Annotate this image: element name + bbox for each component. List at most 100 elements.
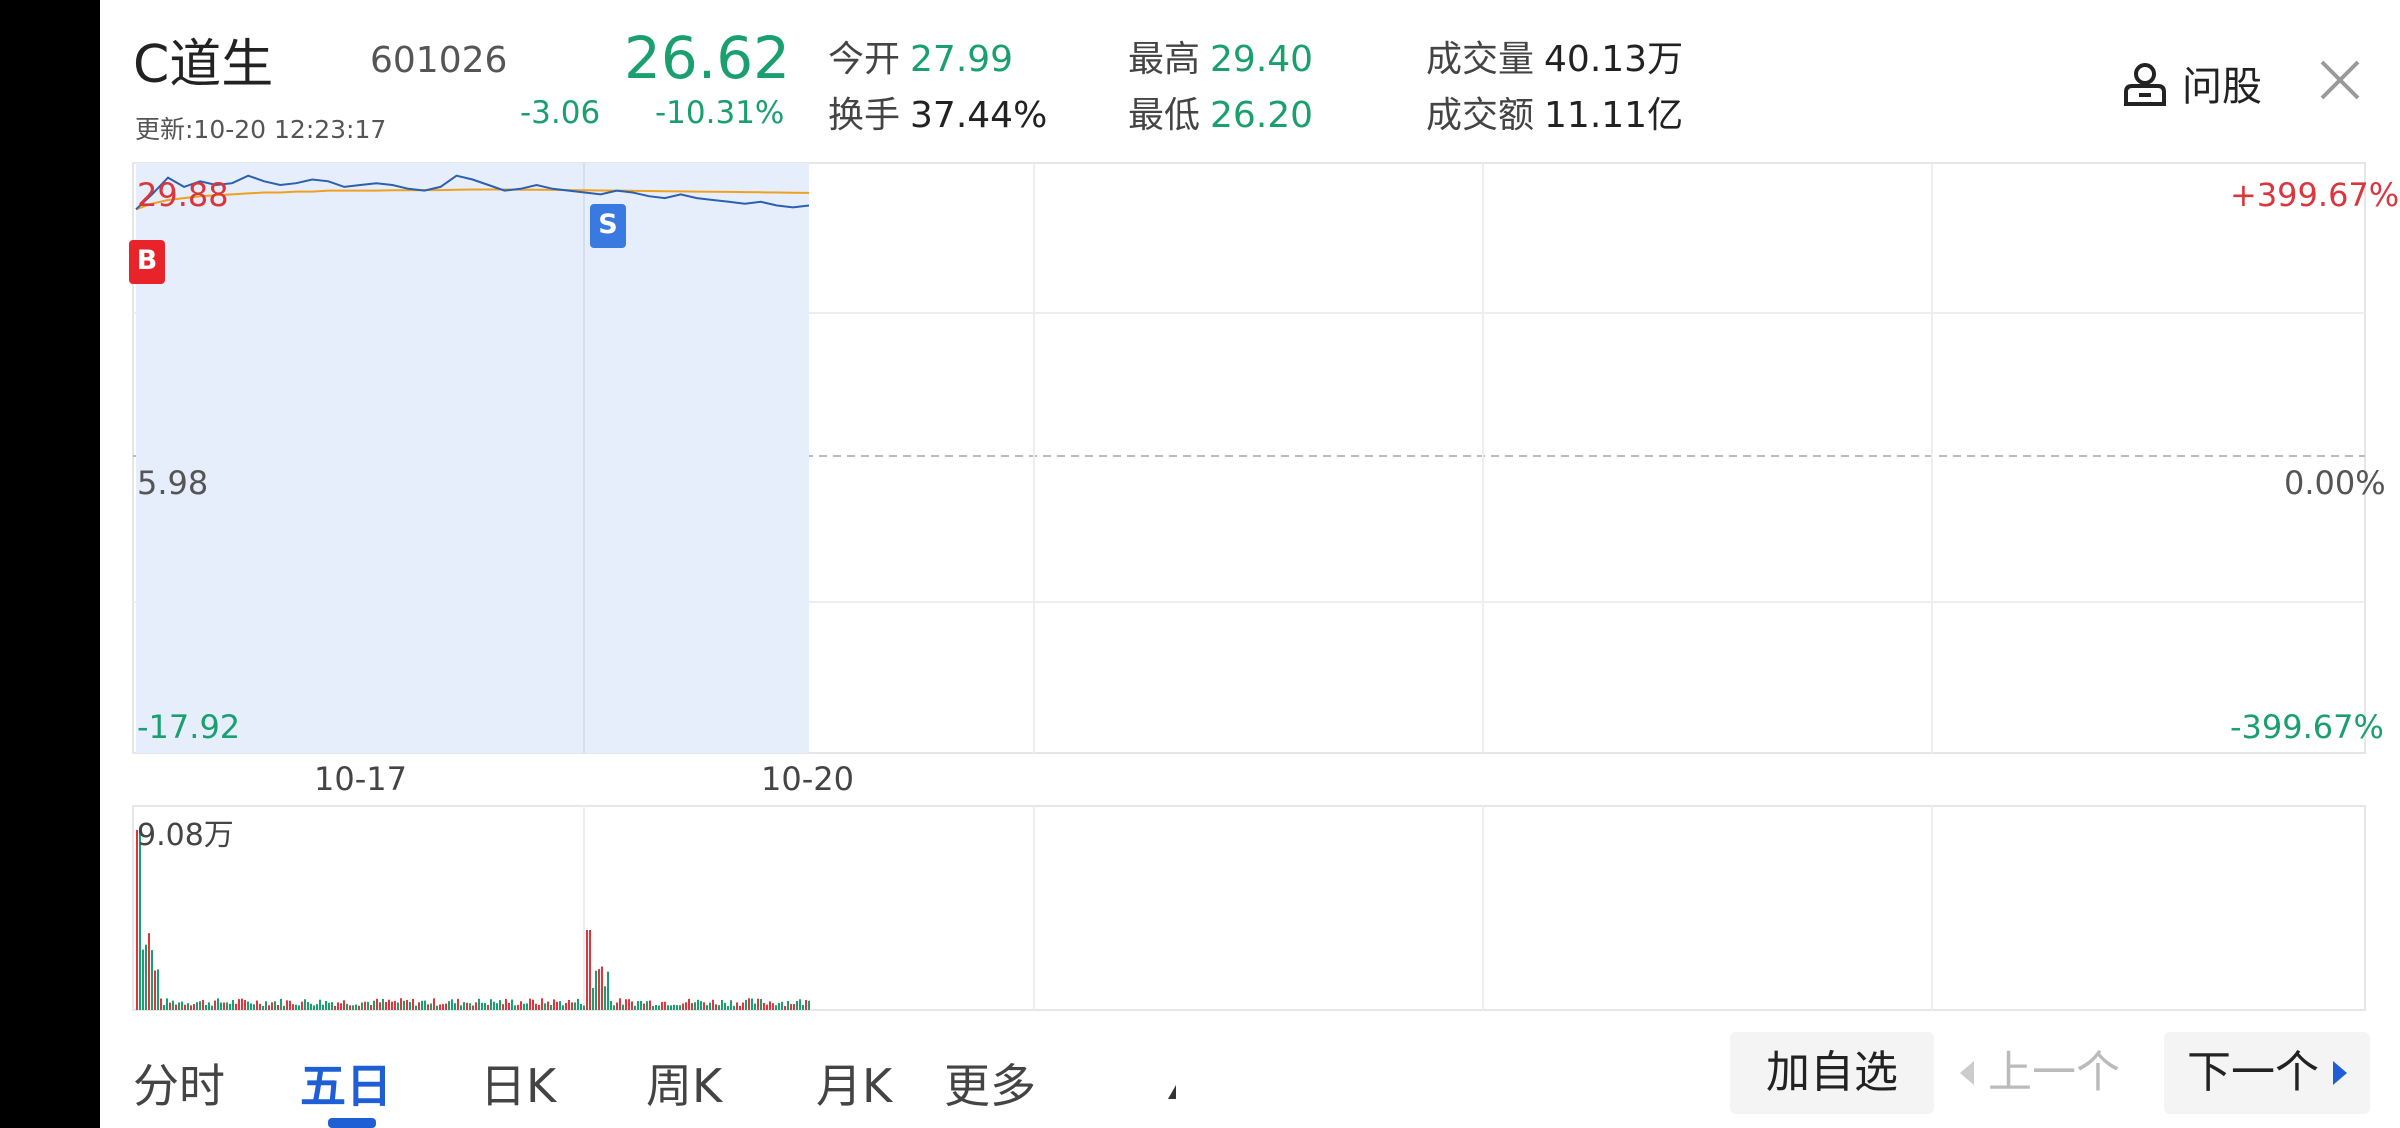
volume-bar: [241, 998, 243, 1010]
volume-bar: [430, 1003, 432, 1010]
volume-bar: [628, 999, 630, 1010]
volume-bar: [157, 969, 159, 1010]
volume-bar: [784, 1005, 786, 1010]
stat-amount-label: 成交额: [1426, 95, 1535, 136]
volume-bar: [649, 1000, 651, 1010]
volume-bar: [193, 1004, 195, 1010]
tab-zhouk[interactable]: 周K: [646, 1050, 722, 1116]
price-change-pct: -10.31%: [655, 95, 785, 131]
stat-volume-label: 成交量: [1426, 39, 1535, 80]
volume-bar: [232, 1000, 234, 1010]
volume-bar: [457, 998, 459, 1010]
volume-bar: [445, 1003, 447, 1010]
volume-bar: [715, 1004, 717, 1010]
close-icon[interactable]: [2318, 58, 2362, 102]
volume-bar: [277, 1004, 279, 1010]
volume-bar: [253, 1004, 255, 1010]
buy-marker[interactable]: B: [129, 240, 165, 284]
volume-bar: [643, 1003, 645, 1010]
volume-bar: [532, 999, 534, 1010]
volume-bar: [592, 987, 594, 1010]
ask-stock-label: 问股: [2182, 64, 2262, 110]
volume-bar: [802, 1004, 804, 1010]
tab-rik[interactable]: 日K: [480, 1050, 556, 1116]
volume-bar: [217, 998, 219, 1010]
volume-bar: [664, 1001, 666, 1010]
volume-bar: [565, 1002, 567, 1010]
volume-bar: [259, 1003, 261, 1010]
volume-bar: [568, 999, 570, 1010]
stat-high-value: 29.40: [1210, 39, 1314, 80]
volume-bar: [163, 1005, 165, 1010]
update-time: 更新:10-20 12:23:17: [135, 115, 387, 144]
volume-bar: [274, 1001, 276, 1010]
volume-bar: [775, 1005, 777, 1010]
stat-low-value: 26.20: [1210, 95, 1314, 136]
stat-volume-value: 40.13万: [1544, 39, 1684, 80]
tab-more[interactable]: 更多: [944, 1050, 1036, 1116]
volume-bar: [235, 1003, 237, 1010]
volume-bar: [328, 1002, 330, 1010]
volume-bar: [553, 999, 555, 1010]
volume-bar: [262, 1005, 264, 1010]
volume-bar: [577, 998, 579, 1010]
volume-bar: [349, 1005, 351, 1010]
volume-bar: [271, 1002, 273, 1010]
volume-bar: [529, 998, 531, 1010]
volume-bar: [292, 1004, 294, 1010]
volume-bar: [520, 1001, 522, 1010]
x-label-1: 10-17: [314, 760, 407, 798]
volume-bar: [211, 1005, 213, 1010]
volume-bar: [502, 1004, 504, 1010]
tab-fenshi[interactable]: 分时: [133, 1050, 225, 1116]
volume-bar: [805, 1000, 807, 1010]
stat-high: 最高 29.40: [1128, 30, 1313, 82]
volume-bar: [463, 1002, 465, 1010]
volume-bar: [625, 999, 627, 1010]
ask-stock-button[interactable]: 问股: [2120, 54, 2262, 112]
stat-amount-value: 11.11亿: [1544, 95, 1684, 136]
add-favorite-button[interactable]: 加自选: [1730, 1032, 1934, 1114]
volume-bar: [454, 1003, 456, 1010]
volume-bar: [610, 1001, 612, 1010]
next-stock-button[interactable]: 下一个: [2164, 1032, 2370, 1114]
volume-bar: [538, 1004, 540, 1010]
sell-marker[interactable]: S: [590, 204, 626, 248]
stat-turnover-value: 37.44%: [910, 95, 1048, 136]
y-left-top: 29.88: [137, 176, 229, 214]
volume-bar: [655, 1005, 657, 1010]
volume-bar: [781, 1001, 783, 1010]
volume-bar: [400, 998, 402, 1010]
left-arrow-icon: [1960, 1061, 1974, 1085]
volume-bar: [226, 1002, 228, 1010]
volume-bar: [373, 1000, 375, 1010]
volume-bar: [640, 1000, 642, 1010]
volume-bar: [778, 1002, 780, 1010]
volume-bar: [148, 933, 150, 1010]
y-left-mid: 5.98: [137, 464, 209, 502]
volume-bar: [631, 1001, 633, 1010]
volume-bar: [448, 1001, 450, 1010]
volume-bar: [388, 999, 390, 1010]
volume-bar: [601, 966, 603, 1010]
volume-bar: [427, 1004, 429, 1010]
stat-amount: 成交额 11.11亿: [1426, 86, 1683, 138]
volume-bar: [415, 1005, 417, 1010]
volume-bar: [370, 1005, 372, 1010]
volume-bar: [424, 1000, 426, 1010]
volume-bar: [247, 1001, 249, 1010]
volume-bar: [658, 1005, 660, 1010]
volume-bar: [184, 1004, 186, 1010]
volume-bar: [616, 1002, 618, 1010]
tab-wuri[interactable]: 五日: [300, 1050, 392, 1116]
volume-bar: [343, 1000, 345, 1010]
volume-bar: [685, 1002, 687, 1010]
volume-bar: [799, 999, 801, 1010]
volume-bar: [196, 1002, 198, 1010]
volume-bar: [364, 1001, 366, 1010]
volume-bar: [559, 1001, 561, 1010]
volume-bar: [397, 1002, 399, 1010]
volume-bar: [151, 950, 153, 1010]
tab-yuek[interactable]: 月K: [816, 1050, 892, 1116]
volume-bar: [376, 998, 378, 1010]
